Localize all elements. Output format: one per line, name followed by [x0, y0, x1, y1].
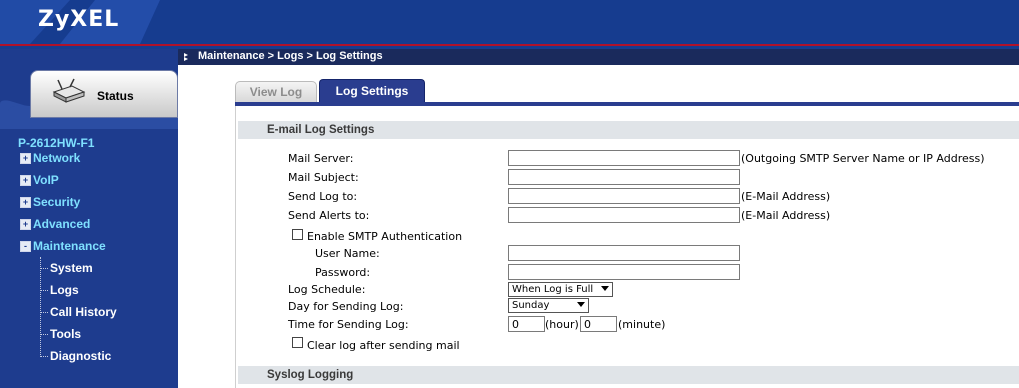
section-email-log: E-mail Log Settings [238, 121, 1019, 139]
password-label: Password: [315, 266, 371, 279]
submenu-diagnostic[interactable]: Diagnostic [50, 349, 111, 363]
send-alerts-to-hint: (E-Mail Address) [741, 209, 831, 222]
submenu-call-history[interactable]: Call History [50, 305, 117, 319]
mail-subject-label: Mail Subject: [288, 171, 359, 184]
menu-label[interactable]: Advanced [33, 217, 90, 231]
send-log-to-label: Send Log to: [288, 190, 358, 203]
send-alerts-to-label: Send Alerts to: [288, 209, 370, 222]
user-name-input[interactable] [508, 245, 740, 261]
menu-security[interactable]: + Security [20, 195, 80, 209]
tree-tick [40, 356, 48, 358]
tree-tick [40, 290, 48, 292]
status-label[interactable]: Status [97, 89, 134, 103]
log-schedule-label: Log Schedule: [288, 283, 366, 296]
tree-tick [40, 334, 48, 336]
menu-voip[interactable]: + VoIP [20, 173, 59, 187]
chevron-down-icon [577, 302, 585, 307]
menu-label[interactable]: Security [33, 195, 80, 209]
tab-view-log[interactable]: View Log [235, 81, 317, 103]
mail-server-input[interactable] [508, 150, 740, 166]
day-sending-value: Sunday [512, 300, 550, 311]
smtp-auth-label: Enable SMTP Authentication [307, 230, 463, 243]
mail-server-label: Mail Server: [288, 152, 354, 165]
zyxel-logo: ZyXEL [38, 7, 120, 32]
minute-input[interactable] [580, 316, 617, 332]
tab-log-settings[interactable]: Log Settings [319, 79, 425, 103]
day-sending-label: Day for Sending Log: [288, 300, 404, 313]
breadcrumb: Maintenance > Logs > Log Settings [198, 50, 383, 62]
section-syslog: Syslog Logging [238, 366, 1019, 384]
tree-tick [40, 312, 48, 314]
tree-connector [40, 257, 42, 357]
mail-server-hint: (Outgoing SMTP Server Name or IP Address… [741, 152, 985, 165]
menu-label[interactable]: Network [33, 151, 80, 165]
mail-subject-input[interactable] [508, 169, 740, 185]
menu-label[interactable]: Maintenance [33, 239, 106, 253]
menu-label[interactable]: VoIP [33, 173, 59, 187]
minute-unit: (minute) [618, 318, 666, 331]
log-schedule-select[interactable]: When Log is Full [508, 282, 613, 297]
menu-maintenance[interactable]: - Maintenance [20, 239, 106, 253]
collapse-icon[interactable]: - [20, 241, 31, 253]
tree-tick [40, 268, 48, 270]
password-input[interactable] [508, 264, 740, 280]
expand-icon[interactable]: + [20, 153, 31, 165]
send-alerts-to-input[interactable] [508, 207, 740, 223]
clear-log-checkbox[interactable] [292, 337, 303, 348]
chevron-down-icon [601, 286, 609, 291]
time-sending-label: Time for Sending Log: [288, 318, 409, 331]
user-name-label: User Name: [315, 247, 380, 260]
router-icon [52, 78, 86, 103]
hour-input[interactable] [508, 316, 545, 332]
breadcrumb-arrow-icon [184, 53, 188, 61]
clear-log-label: Clear log after sending mail [307, 339, 460, 352]
send-log-to-hint: (E-Mail Address) [741, 190, 831, 203]
menu-advanced[interactable]: + Advanced [20, 217, 90, 231]
smtp-auth-checkbox[interactable] [292, 229, 303, 240]
menu-network[interactable]: + Network [20, 151, 80, 165]
submenu-system[interactable]: System [50, 261, 93, 275]
send-log-to-input[interactable] [508, 188, 740, 204]
submenu-logs[interactable]: Logs [50, 283, 79, 297]
expand-icon[interactable]: + [20, 197, 31, 209]
expand-icon[interactable]: + [20, 219, 31, 231]
model-name: P-2612HW-F1 [18, 136, 95, 150]
log-schedule-value: When Log is Full [512, 284, 594, 295]
hour-unit: (hour) [545, 318, 579, 331]
day-sending-select[interactable]: Sunday [508, 298, 589, 313]
submenu-tools[interactable]: Tools [50, 327, 81, 341]
expand-icon[interactable]: + [20, 175, 31, 187]
